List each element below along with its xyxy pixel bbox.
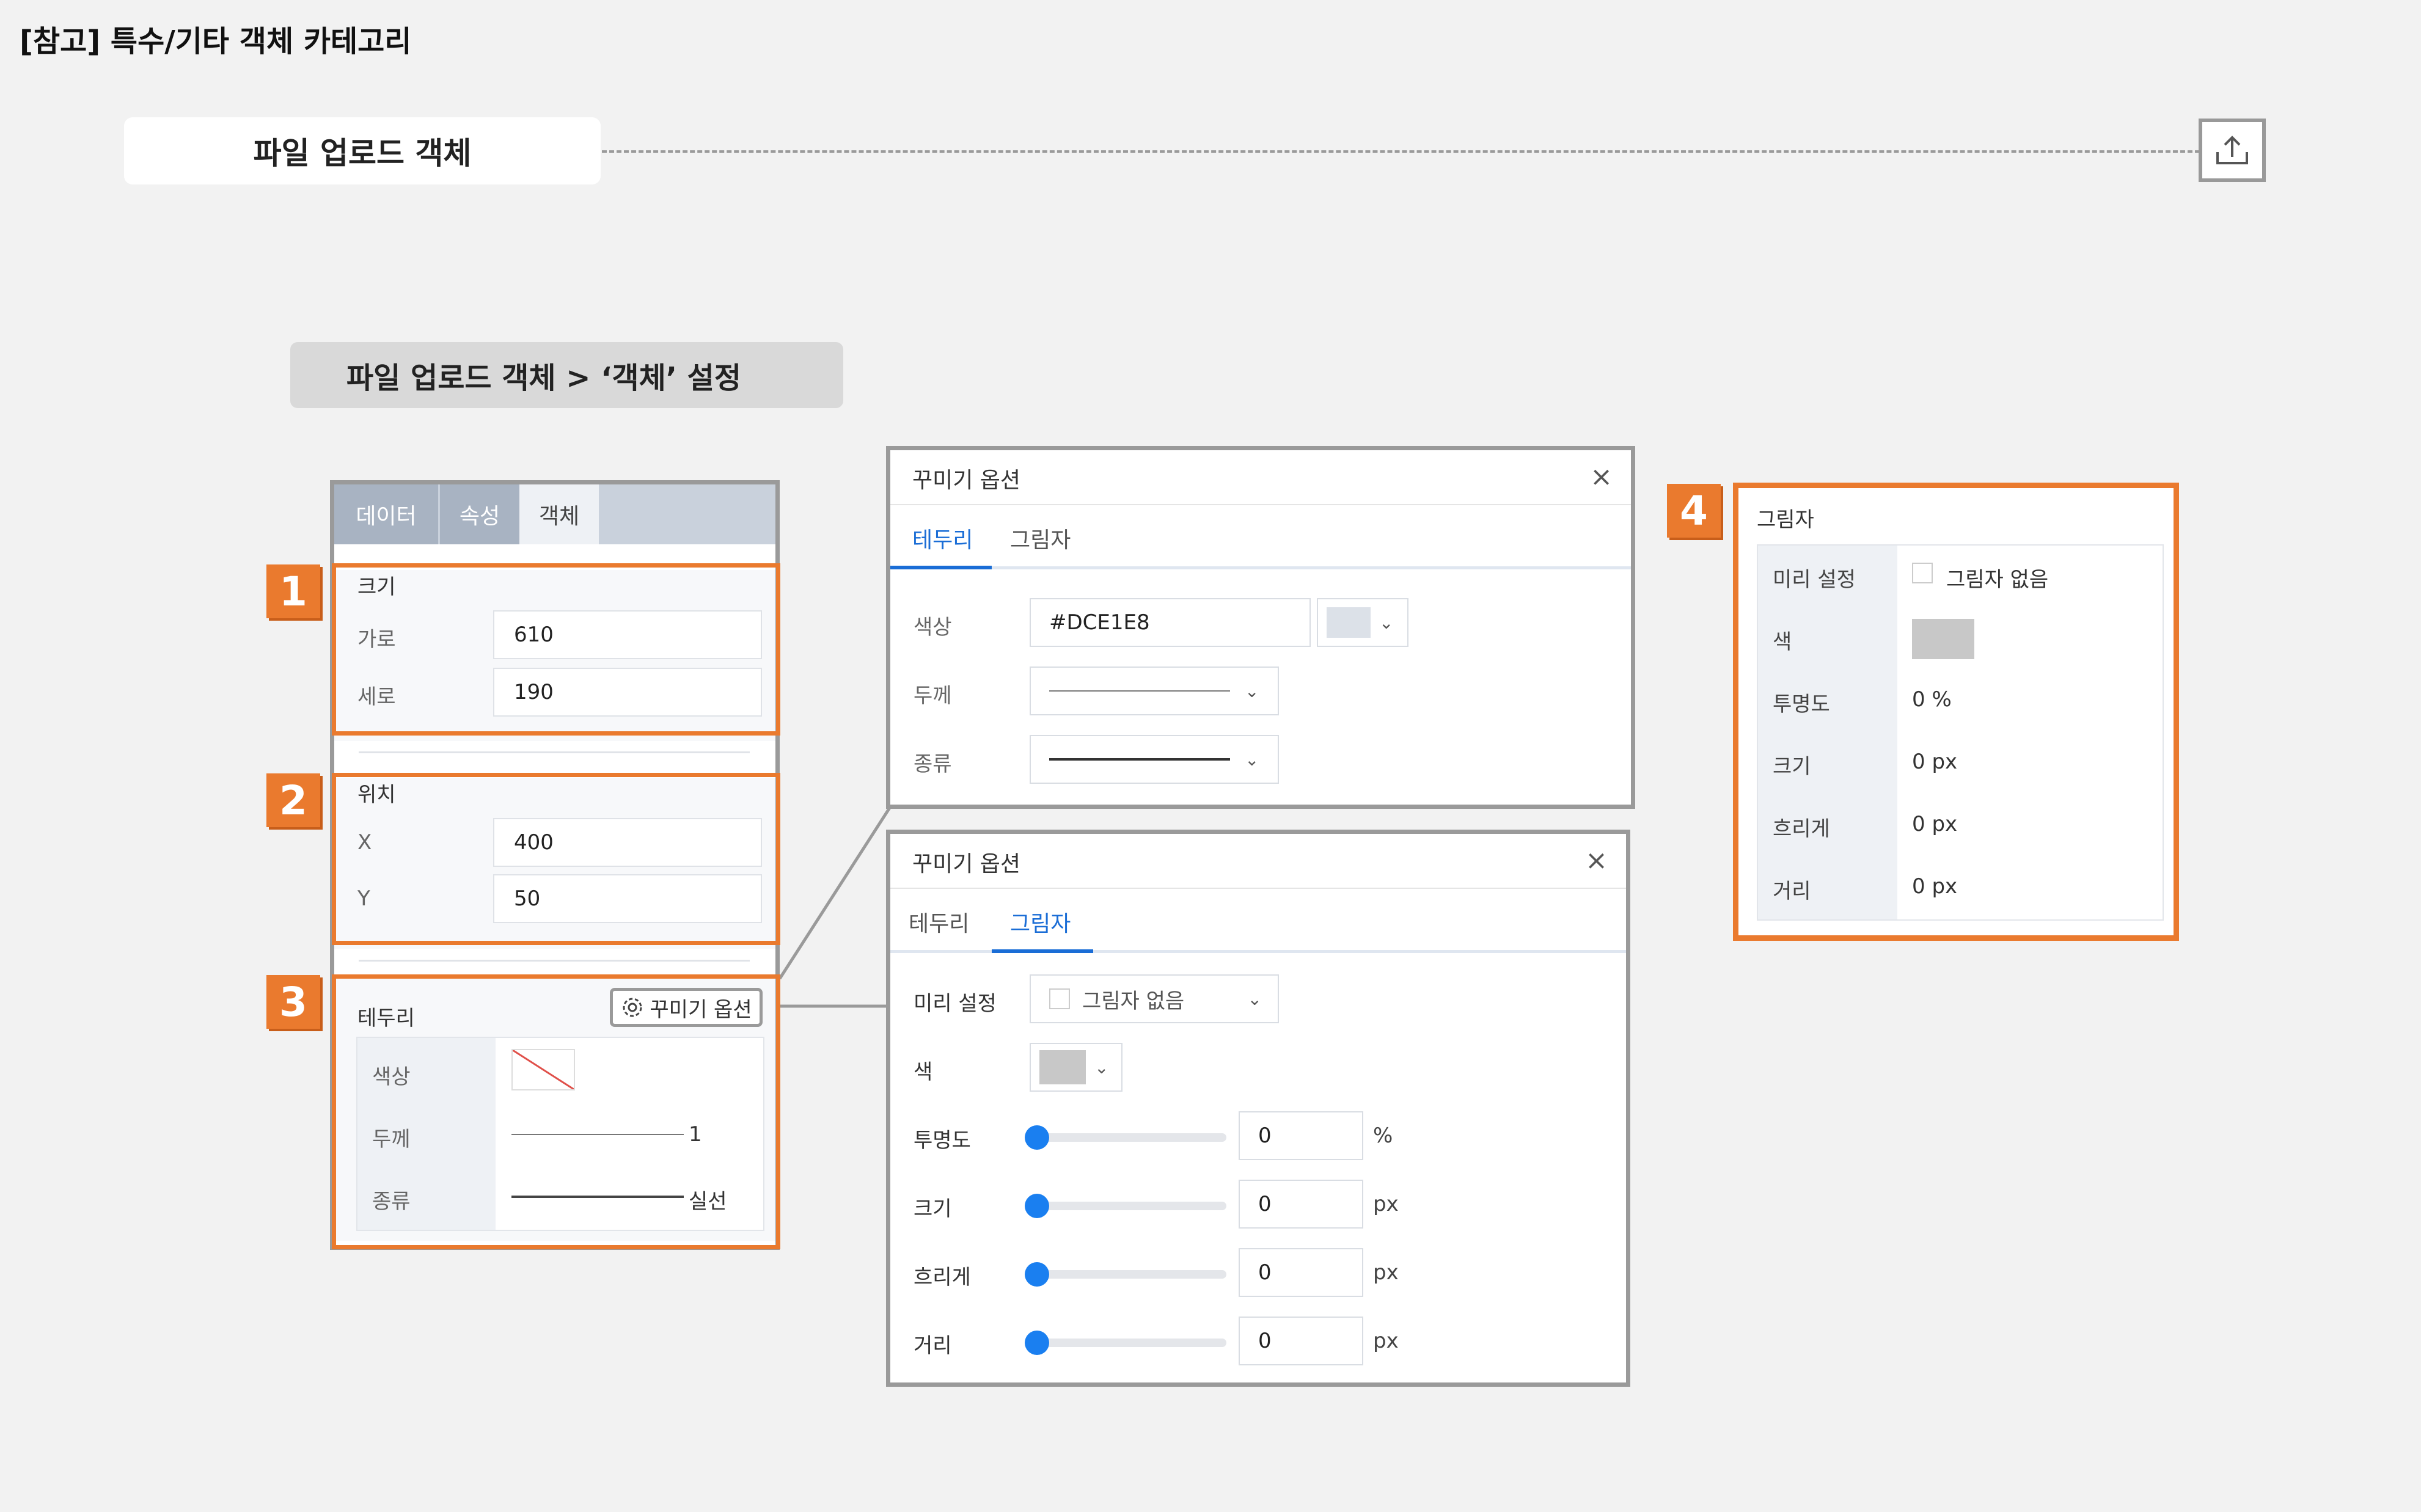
tab-data[interactable]: 데이터	[334, 484, 438, 544]
opacity-slider[interactable]	[1025, 1125, 1226, 1150]
distance-input[interactable]: 0	[1239, 1317, 1363, 1365]
chevron-down-icon: ⌄	[1245, 681, 1259, 701]
highlight-border	[332, 974, 780, 1249]
blur-input[interactable]: 0	[1239, 1248, 1363, 1297]
shadow-distance-row: 거리 0 px	[1758, 857, 2163, 919]
shadow-color-dropdown[interactable]: ⌄	[1030, 1043, 1123, 1092]
tab-shadow[interactable]: 그림자	[1010, 522, 1071, 554]
slider-handle[interactable]	[1025, 1262, 1049, 1287]
active-tab-indicator	[992, 949, 1093, 953]
color-hex-input[interactable]: #DCE1E8	[1030, 598, 1311, 647]
size-label: 크기	[914, 1197, 952, 1221]
shadow-color-label: 색	[914, 1060, 933, 1084]
slider-handle[interactable]	[1025, 1194, 1049, 1218]
dialog-tabs: 테두리 그림자	[890, 504, 1631, 569]
type-label: 종류	[914, 752, 952, 776]
panel-tabs: 데이터 속성 객체	[334, 484, 775, 544]
type-dropdown[interactable]: ⌄	[1030, 735, 1279, 784]
size-unit: px	[1373, 1192, 1399, 1216]
dialog-title: 꾸미기 옵션	[912, 852, 1021, 877]
shadow-opacity-row: 투명도 0 %	[1758, 670, 2163, 732]
opacity-label: 투명도	[1773, 692, 1830, 717]
color-label: 색	[1773, 630, 1792, 654]
opacity-input[interactable]: 0	[1239, 1111, 1363, 1160]
preset-value: 그림자 없음	[1946, 568, 2049, 592]
dialog-tabs: 테두리 그림자	[890, 888, 1626, 953]
close-icon[interactable]: ×	[1585, 845, 1608, 876]
shadow-color-swatch[interactable]	[1912, 619, 1974, 659]
distance-value: 0 px	[1912, 874, 1958, 899]
preset-label: 미리 설정	[1773, 568, 1856, 592]
slider-handle[interactable]	[1025, 1125, 1049, 1150]
tab-properties[interactable]: 속성	[438, 484, 519, 544]
preset-label: 미리 설정	[914, 992, 997, 1016]
chevron-down-icon: ⌄	[1247, 988, 1262, 1009]
shadow-panel: 그림자 미리 설정 그림자 없음 색 투명도 0 % 크기 0 px 흐리게 0…	[1733, 483, 2179, 941]
blur-label: 흐리게	[1773, 817, 1830, 841]
checkbox[interactable]	[1912, 563, 1933, 589]
blur-value: 0 px	[1912, 812, 1958, 836]
color-picker-dropdown[interactable]: ⌄	[1317, 598, 1408, 647]
shadow-color-row: 색	[1758, 608, 2163, 670]
highlight-position	[332, 773, 780, 945]
thickness-label: 두께	[914, 684, 952, 708]
tab-border[interactable]: 테두리	[909, 906, 969, 938]
shadow-heading: 그림자	[1757, 508, 1814, 532]
preset-dropdown[interactable]: 그림자 없음 ⌄	[1030, 974, 1279, 1023]
thickness-dropdown[interactable]: ⌄	[1030, 667, 1279, 715]
tab-shadow[interactable]: 그림자	[1010, 906, 1071, 938]
divider	[359, 960, 750, 962]
opacity-unit: %	[1373, 1123, 1393, 1148]
chevron-down-icon: ⌄	[1379, 612, 1394, 633]
preset-value: 그림자 없음	[1082, 988, 1185, 1013]
slider-handle[interactable]	[1025, 1331, 1049, 1355]
active-tab-indicator	[890, 566, 992, 569]
chevron-down-icon: ⌄	[1245, 749, 1259, 770]
shadow-grid: 미리 설정 그림자 없음 색 투명도 0 % 크기 0 px 흐리게 0 px …	[1757, 544, 2164, 921]
size-input[interactable]: 0	[1239, 1180, 1363, 1229]
chevron-down-icon: ⌄	[1094, 1057, 1109, 1078]
size-slider[interactable]	[1025, 1194, 1226, 1218]
size-value: 0 px	[1912, 750, 1958, 774]
tab-object[interactable]: 객체	[519, 484, 599, 544]
dialog-title: 꾸미기 옵션	[912, 468, 1021, 493]
marker-3: 3	[266, 975, 320, 1029]
blur-slider[interactable]	[1025, 1262, 1226, 1287]
opacity-value: 0 %	[1912, 687, 1952, 712]
size-label: 크기	[1773, 754, 1811, 779]
distance-unit: px	[1373, 1329, 1399, 1353]
shadow-size-row: 크기 0 px	[1758, 732, 2163, 795]
blur-unit: px	[1373, 1260, 1399, 1285]
shadow-blur-row: 흐리게 0 px	[1758, 795, 2163, 857]
close-icon[interactable]: ×	[1590, 461, 1613, 492]
divider	[359, 751, 750, 753]
color-label: 색상	[914, 615, 952, 640]
blur-label: 흐리게	[914, 1265, 971, 1290]
marker-2: 2	[266, 773, 320, 827]
tab-border[interactable]: 테두리	[912, 522, 973, 554]
checkbox[interactable]	[1049, 988, 1070, 1009]
highlight-size	[332, 563, 780, 736]
distance-slider[interactable]	[1025, 1331, 1226, 1355]
distance-label: 거리	[1773, 879, 1811, 904]
decorate-dialog-border: 꾸미기 옵션 × 테두리 그림자 색상 #DCE1E8 ⌄ 두께 ⌄ 종류 ⌄	[886, 446, 1635, 809]
marker-4: 4	[1667, 484, 1721, 538]
decorate-dialog-shadow: 꾸미기 옵션 × 테두리 그림자 미리 설정 그림자 없음 ⌄ 색 ⌄ 투명도 …	[886, 830, 1630, 1387]
marker-1: 1	[266, 564, 320, 618]
distance-label: 거리	[914, 1334, 952, 1358]
opacity-label: 투명도	[914, 1128, 971, 1153]
shadow-preset-row: 미리 설정 그림자 없음	[1758, 546, 2163, 608]
